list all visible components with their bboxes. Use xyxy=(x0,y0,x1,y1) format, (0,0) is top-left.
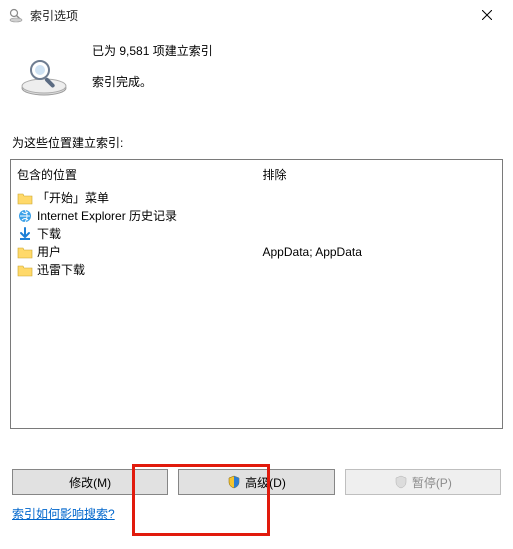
button-label: 高级(D) xyxy=(245,474,286,491)
modify-button[interactable]: 修改(M) xyxy=(12,469,168,495)
locations-label: 为这些位置建立索引: xyxy=(12,134,503,151)
shield-icon xyxy=(394,475,408,489)
excluded-item xyxy=(263,225,497,243)
excluded-column: 排除 AppData; AppData xyxy=(257,160,503,428)
help-link[interactable]: 索引如何影响搜索? xyxy=(12,505,115,522)
titlebar: 索引选项 xyxy=(0,0,513,30)
included-column: 包含的位置 「开始」菜单 Internet Explorer 历史记录 下载 xyxy=(11,160,257,428)
list-item[interactable]: 「开始」菜单 xyxy=(17,189,251,207)
list-item[interactable]: 用户 xyxy=(17,243,251,261)
download-icon xyxy=(17,226,33,242)
excluded-item xyxy=(263,261,497,279)
window-title: 索引选项 xyxy=(30,7,467,24)
included-header: 包含的位置 xyxy=(17,166,251,183)
folder-icon xyxy=(17,244,33,260)
list-item-label: Internet Explorer 历史记录 xyxy=(37,207,177,225)
index-status-text: 索引完成。 xyxy=(92,73,213,90)
excluded-item xyxy=(263,189,497,207)
index-icon xyxy=(18,48,70,100)
folder-icon xyxy=(17,190,33,206)
close-icon xyxy=(482,10,492,20)
list-item[interactable]: 迅雷下载 xyxy=(17,261,251,279)
index-count-text: 已为 9,581 项建立索引 xyxy=(92,42,213,59)
list-item-label: 下载 xyxy=(37,225,61,243)
ie-icon xyxy=(17,208,33,224)
excluded-item: AppData; AppData xyxy=(263,243,497,261)
excluded-item xyxy=(263,207,497,225)
close-button[interactable] xyxy=(467,1,507,29)
locations-panel: 包含的位置 「开始」菜单 Internet Explorer 历史记录 下载 xyxy=(10,159,503,429)
button-label: 修改(M) xyxy=(69,474,111,491)
advanced-button[interactable]: 高级(D) xyxy=(178,469,334,495)
list-item[interactable]: 下载 xyxy=(17,225,251,243)
button-label: 暂停(P) xyxy=(412,474,452,491)
list-item[interactable]: Internet Explorer 历史记录 xyxy=(17,207,251,225)
folder-icon xyxy=(17,262,33,278)
list-item-label: 用户 xyxy=(37,243,61,261)
list-item-label: 「开始」菜单 xyxy=(37,189,109,207)
app-icon xyxy=(8,7,24,23)
shield-icon xyxy=(227,475,241,489)
status-section: 已为 9,581 项建立索引 索引完成。 xyxy=(10,30,503,108)
pause-button: 暂停(P) xyxy=(345,469,501,495)
list-item-label: 迅雷下载 xyxy=(37,261,85,279)
excluded-header: 排除 xyxy=(263,166,497,183)
